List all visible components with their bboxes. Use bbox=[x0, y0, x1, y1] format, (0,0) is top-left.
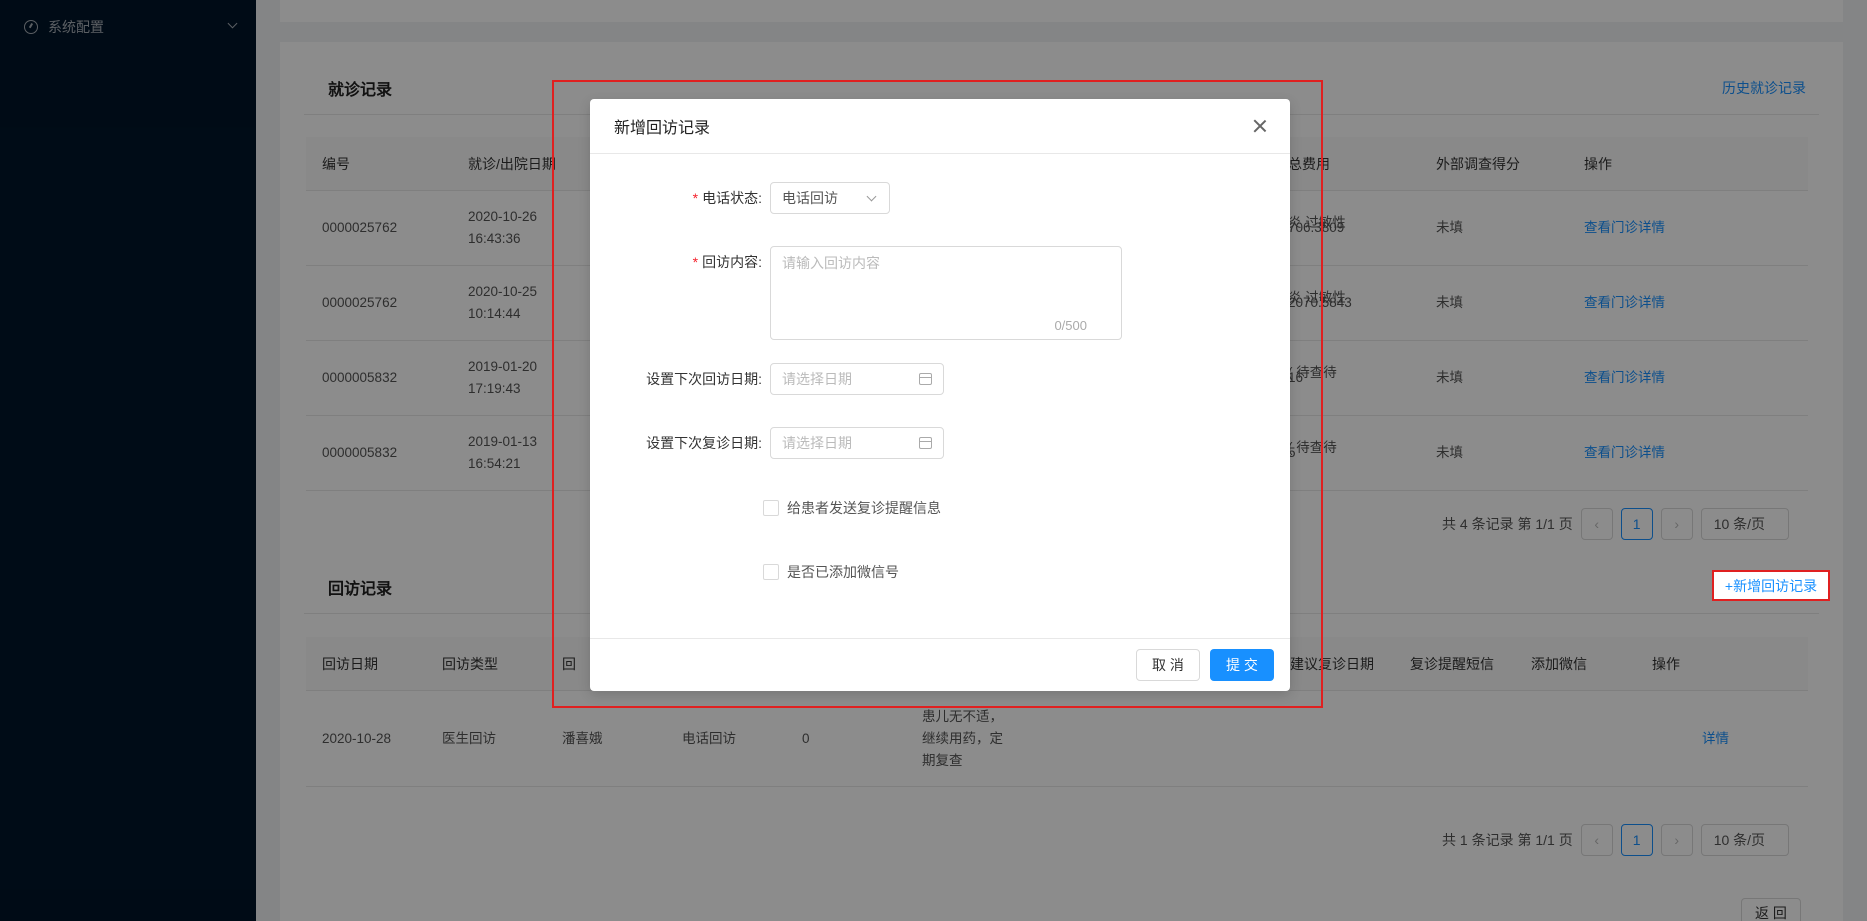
checkbox-label: 是否已添加微信号 bbox=[787, 564, 899, 580]
next-visit-date-picker[interactable]: 请选择日期 bbox=[770, 363, 944, 395]
modal-title: 新增回访记录 bbox=[614, 120, 711, 137]
label-text: 回访内容: bbox=[702, 254, 762, 270]
send-reminder-checkbox-row[interactable]: 给患者发送复诊提醒信息 bbox=[763, 498, 941, 518]
content-label: * 回访内容: bbox=[692, 254, 762, 270]
next-visit-row: 设置下次回访日期: 请选择日期 bbox=[590, 363, 1290, 395]
submit-button[interactable]: 提 交 bbox=[1210, 649, 1274, 681]
next-visit-label: 设置下次回访日期: bbox=[646, 371, 762, 387]
chevron-down-icon bbox=[866, 191, 877, 202]
next-recheck-date-picker[interactable]: 请选择日期 bbox=[770, 427, 944, 459]
checkbox-label: 给患者发送复诊提醒信息 bbox=[787, 500, 941, 516]
next-recheck-row: 设置下次复诊日期: 请选择日期 bbox=[590, 427, 1290, 459]
wechat-added-checkbox-row[interactable]: 是否已添加微信号 bbox=[763, 562, 899, 582]
send-reminder-checkbox[interactable] bbox=[763, 500, 779, 516]
next-recheck-label: 设置下次复诊日期: bbox=[646, 435, 762, 451]
date-placeholder: 请选择日期 bbox=[782, 435, 852, 451]
phone-status-label: * 电话状态: bbox=[692, 190, 762, 206]
phone-status-row: * 电话状态: 电话回访 bbox=[590, 182, 1290, 214]
char-counter: 0/500 bbox=[1054, 318, 1087, 333]
phone-status-select[interactable]: 电话回访 bbox=[770, 182, 890, 214]
content-textarea[interactable]: 请输入回访内容 0/500 bbox=[770, 246, 1122, 340]
select-value: 电话回访 bbox=[782, 190, 838, 206]
calendar-icon bbox=[919, 373, 932, 385]
wechat-added-checkbox[interactable] bbox=[763, 564, 779, 580]
date-placeholder: 请选择日期 bbox=[782, 371, 852, 387]
add-followup-link[interactable]: +新增回访记录 bbox=[1712, 570, 1830, 601]
calendar-icon bbox=[919, 437, 932, 449]
close-icon[interactable] bbox=[1250, 116, 1270, 136]
label-text: 电话状态: bbox=[702, 190, 762, 206]
content-row: * 回访内容: 请输入回访内容 0/500 bbox=[590, 246, 1290, 340]
add-followup-modal: 新增回访记录 * 电话状态: 电话回访 * 回访内容: 请输入回访内容 0/500 … bbox=[590, 99, 1290, 691]
textarea-placeholder: 请输入回访内容 bbox=[782, 255, 880, 271]
cancel-button[interactable]: 取 消 bbox=[1136, 649, 1200, 681]
modal-header: 新增回访记录 bbox=[590, 99, 1290, 154]
modal-footer: 取 消 提 交 bbox=[590, 638, 1290, 691]
